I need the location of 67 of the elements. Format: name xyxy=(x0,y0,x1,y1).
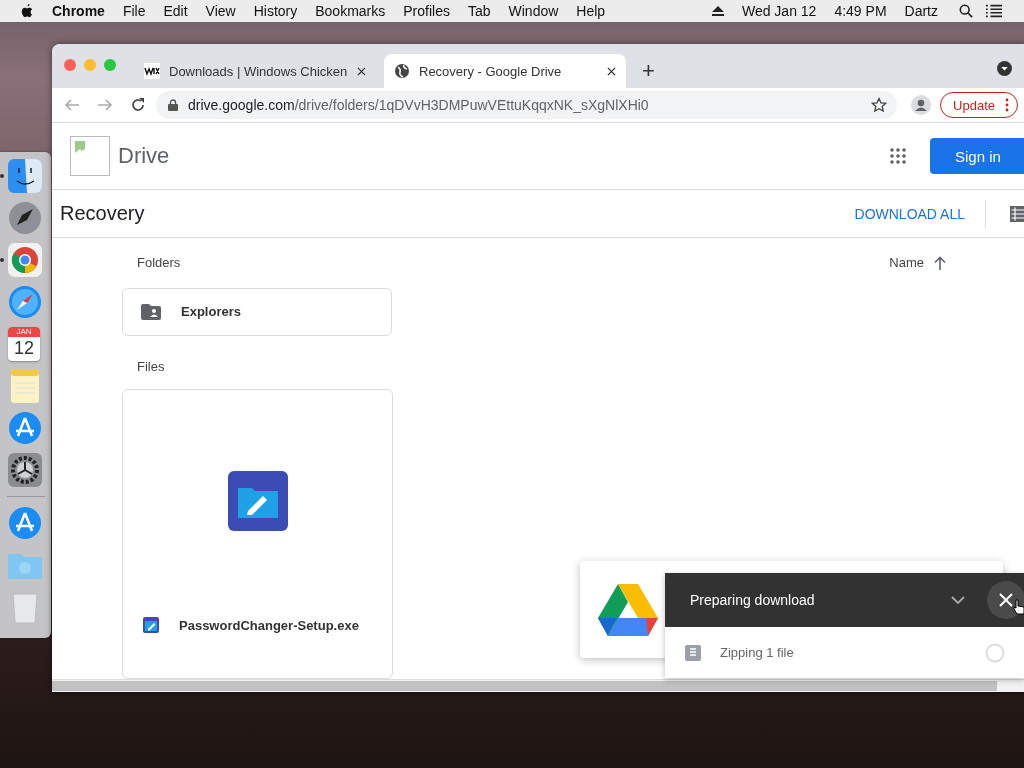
calendar-icon[interactable]: JAN 12 xyxy=(8,327,40,361)
close-button[interactable] xyxy=(987,581,1024,619)
lock-icon xyxy=(168,99,178,111)
menu-item[interactable]: File xyxy=(122,3,146,19)
section-label: Folders xyxy=(137,255,181,271)
eject-icon[interactable] xyxy=(711,6,724,16)
smiling-face-icon[interactable] xyxy=(8,159,42,193)
menu-date[interactable]: Wed Jan 12 xyxy=(741,3,817,19)
pencil-folder-icon xyxy=(143,617,159,633)
menu-item[interactable]: History xyxy=(253,3,298,19)
bookmark-star-icon[interactable] xyxy=(871,97,888,113)
arrow-up-icon[interactable] xyxy=(934,255,946,270)
pointer-cursor-icon xyxy=(1013,599,1024,615)
more-vertical-icon xyxy=(1005,98,1009,112)
download-all-button[interactable]: DOWNLOAD ALL xyxy=(854,205,965,222)
menu-time[interactable]: 4:49 PM xyxy=(834,3,887,19)
menu-item[interactable]: Window xyxy=(508,3,559,19)
app-store-icon[interactable] xyxy=(8,506,42,540)
app-store-icon[interactable] xyxy=(8,411,42,445)
browser-tab[interactable]: Downloads | Windows Chicken xyxy=(134,54,376,88)
address-bar[interactable]: drive.google.com/drive/folders/1qDVvH3DMPuwVEttuKqqxNK_sXgNlXHi0 xyxy=(156,91,898,119)
drive-logo-icon xyxy=(598,583,658,636)
search-icon[interactable] xyxy=(958,4,974,18)
menu-user[interactable]: Dartz xyxy=(904,3,938,19)
reload-icon[interactable] xyxy=(130,97,146,113)
control-center-icon[interactable] xyxy=(986,4,1002,18)
download-item-label: Zipping 1 file xyxy=(720,645,794,660)
close-tab-icon[interactable] xyxy=(607,66,616,76)
update-button[interactable]: Update xyxy=(940,92,1018,118)
globe-icon xyxy=(394,63,410,79)
profile-icon[interactable] xyxy=(911,95,932,115)
wix-favicon-icon xyxy=(144,63,160,79)
menu-item[interactable]: View xyxy=(205,3,236,19)
gear-icon[interactable] xyxy=(8,453,42,487)
spinner-icon xyxy=(985,642,1005,663)
running-indicator xyxy=(0,258,4,262)
folder-title: Recovery xyxy=(60,202,145,225)
menu-item[interactable]: Bookmarks xyxy=(315,3,386,19)
browser-tab[interactable]: Recovery - Google Drive xyxy=(384,54,626,88)
sign-in-button[interactable]: Sign in xyxy=(930,138,1024,174)
sort-label[interactable]: Name xyxy=(889,255,924,271)
pencil-folder-icon xyxy=(227,471,288,531)
file-card[interactable]: PasswordChanger-Setup.exe xyxy=(122,389,393,679)
menu-item[interactable]: Edit xyxy=(163,3,188,19)
menu-app-name[interactable]: Chrome xyxy=(52,3,105,19)
shared-folder-icon xyxy=(141,303,161,320)
apps-grid-icon[interactable] xyxy=(890,148,906,164)
broken-image-icon xyxy=(70,136,110,176)
drive-brand-text: Drive xyxy=(118,143,170,169)
menu-item[interactable]: Profiles xyxy=(403,3,450,19)
close-tab-icon[interactable] xyxy=(357,66,366,76)
chrome-icon[interactable] xyxy=(8,243,42,277)
folder-card[interactable]: Explorers xyxy=(122,287,392,336)
tab-search-icon[interactable] xyxy=(997,61,1012,76)
horizontal-scrollbar[interactable] xyxy=(52,679,1024,692)
new-tab-button[interactable]: + xyxy=(642,60,655,82)
collapse-chevron-icon[interactable] xyxy=(951,596,965,604)
running-indicator xyxy=(0,174,4,178)
rocket-icon[interactable] xyxy=(8,201,42,235)
download-panel-header: Preparing download xyxy=(665,573,1024,627)
section-label: Files xyxy=(137,358,166,376)
menu-item[interactable]: Help xyxy=(576,3,606,19)
menu-item[interactable]: Tab xyxy=(467,3,491,19)
apple-icon[interactable] xyxy=(20,3,34,19)
zip-file-icon xyxy=(685,644,701,661)
close-icon xyxy=(999,593,1013,607)
list-view-icon[interactable] xyxy=(1010,205,1024,222)
